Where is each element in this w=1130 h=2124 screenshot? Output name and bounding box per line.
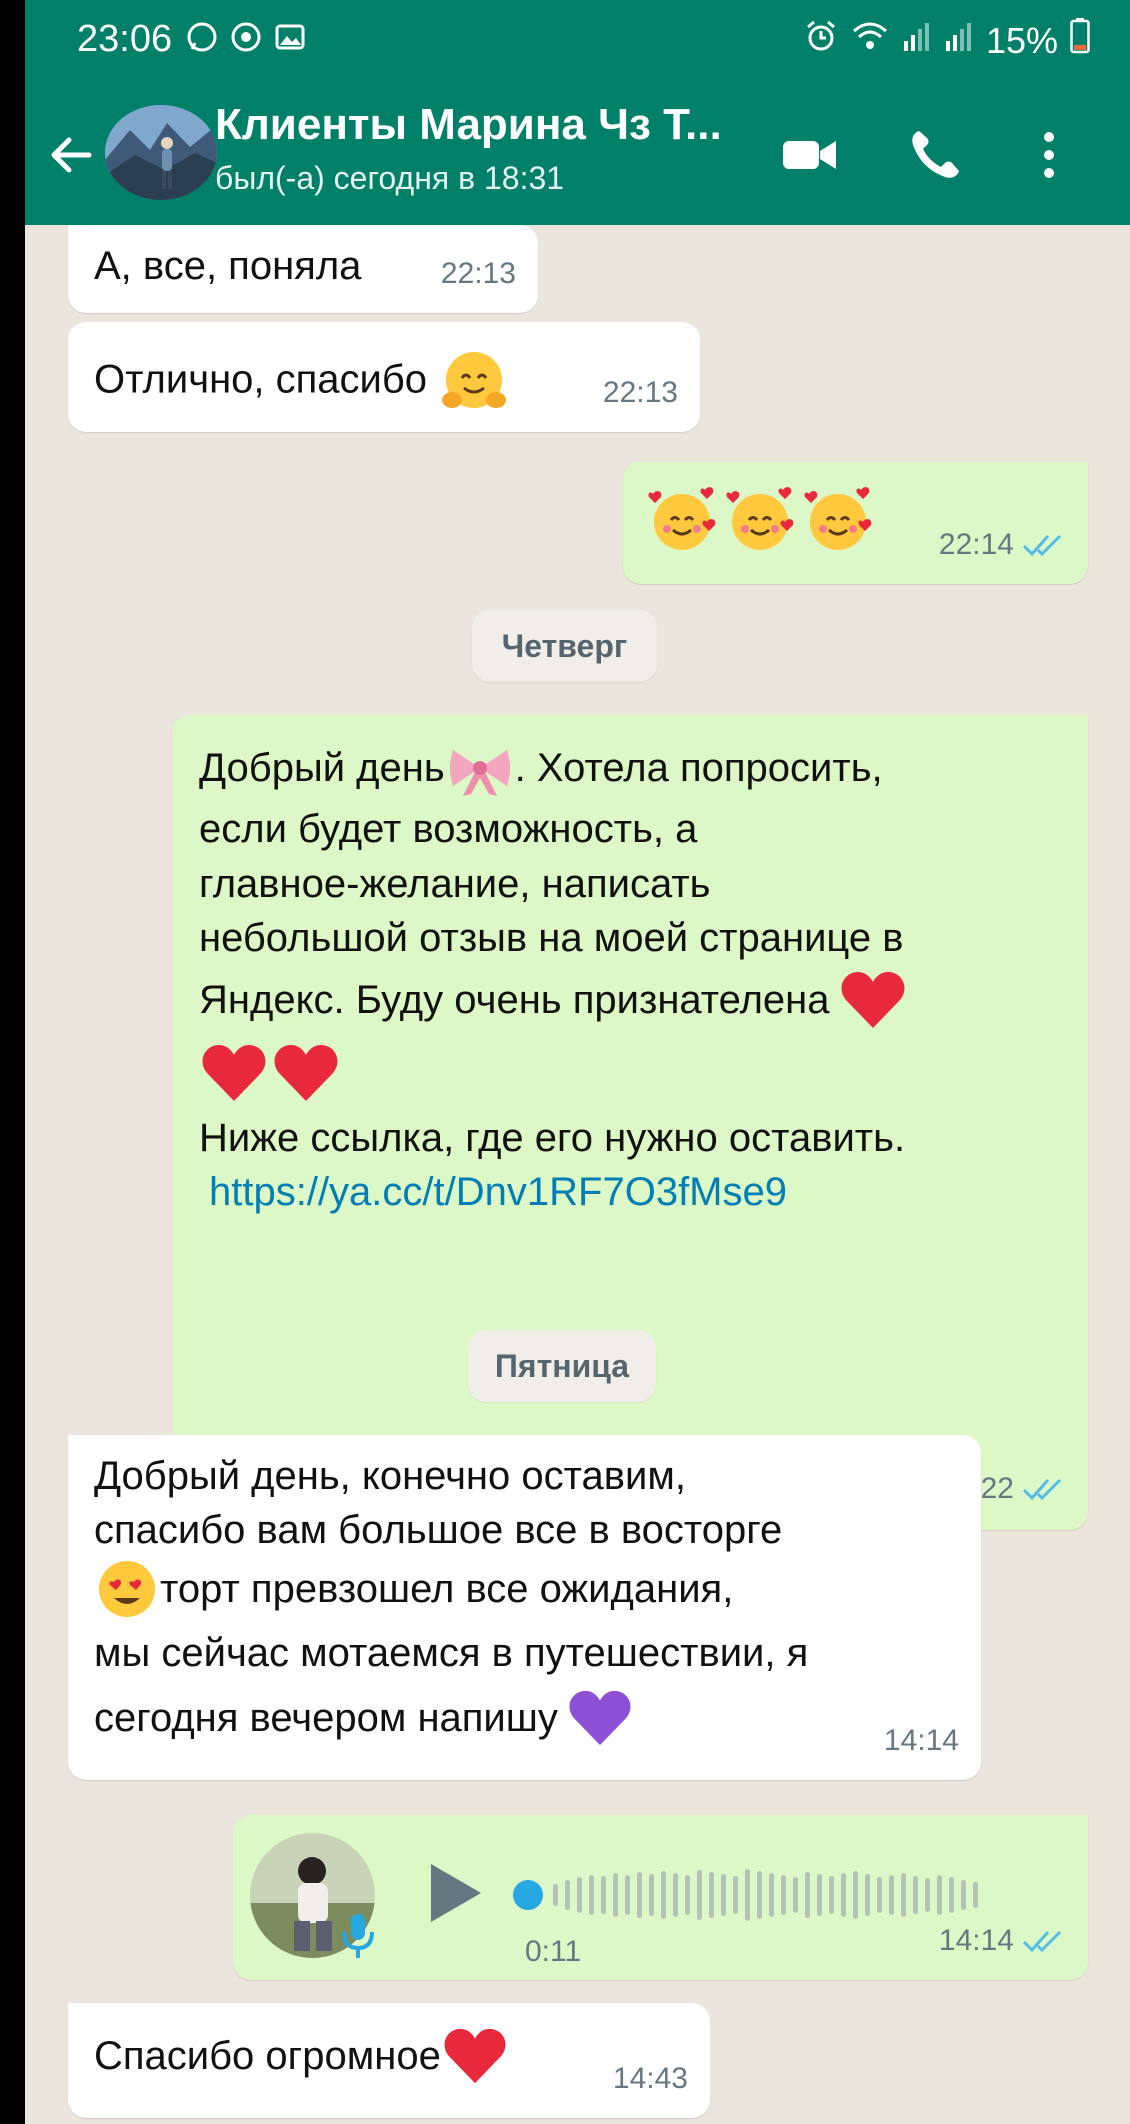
- message-text: главное-желание, написать: [199, 862, 711, 906]
- battery-percent: 15%: [985, 19, 1058, 61]
- purple-heart-emoji: [569, 1690, 631, 1746]
- message-text: Добрый день: [199, 746, 445, 790]
- heart-eyes-emoji: [99, 1561, 155, 1617]
- status-time: 23:06: [77, 18, 173, 60]
- read-receipt-icon: [1022, 1478, 1062, 1501]
- gallery-notification-icon: [273, 20, 307, 54]
- message-text: . Хотела попросить,: [514, 746, 883, 790]
- message-text: спасибо вам большое все в восторге: [94, 1508, 783, 1552]
- message-text: Добрый день, конечно оставим,: [94, 1454, 686, 1498]
- voice-duration: 0:11: [525, 1935, 582, 1968]
- read-receipt-icon: [1022, 534, 1062, 557]
- waveform[interactable]: [553, 1865, 978, 1925]
- video-call-icon[interactable]: [780, 125, 840, 185]
- message-link[interactable]: https://ya.cc/t/Dnv1RF7O3fMse9: [199, 1165, 1079, 1219]
- message-time: 14:43: [612, 2062, 688, 2095]
- smiling-hearts-emojis: [645, 482, 875, 556]
- message-incoming[interactable]: Добрый день, конечно оставим, спасибо ва…: [68, 1435, 981, 1780]
- message-incoming[interactable]: Спасибо огромное 14:43: [68, 2003, 710, 2118]
- message-time: 22:14: [939, 518, 1066, 572]
- last-seen: был(-а) сегодня в 18:31: [215, 160, 565, 196]
- message-text: Спасибо огромное: [94, 2034, 441, 2078]
- red-heart-emoji: [274, 1045, 338, 1101]
- alarm-icon: [804, 19, 838, 62]
- message-outgoing[interactable]: 22:14: [623, 462, 1088, 584]
- chat-header: Клиенты Марина Чз Т... был(-а) сегодня в…: [25, 80, 1130, 225]
- voice-message[interactable]: 0:11 14:14: [233, 1815, 1088, 1980]
- red-heart-emoji: [202, 1045, 266, 1101]
- status-bar: 23:06 15%: [25, 0, 1130, 80]
- message-time: 22:13: [602, 376, 678, 409]
- message-text: если будет возможность, а: [199, 807, 698, 851]
- signal-icon-1: [902, 19, 932, 62]
- voice-call-icon[interactable]: [905, 125, 965, 185]
- message-incoming[interactable]: А, все, поняла 22:13: [68, 225, 538, 313]
- message-text: А, все, поняла: [94, 244, 362, 288]
- wifi-icon: [850, 19, 890, 62]
- back-arrow-icon[interactable]: [45, 130, 95, 180]
- sync-notification-icon: [229, 20, 263, 54]
- message-text: сегодня вечером напишу: [94, 1696, 558, 1740]
- whatsapp-notification-icon: [185, 20, 219, 54]
- message-text: торт превзошел все ожидания,: [160, 1567, 734, 1611]
- message-time: 14:14: [883, 1724, 959, 1757]
- battery-icon: [1070, 18, 1090, 63]
- contact-name[interactable]: Клиенты Марина Чз Т...: [215, 100, 722, 150]
- smiling-face-with-hearts-emoji: [804, 487, 872, 550]
- message-text: небольшой отзыв на моей странице в: [199, 916, 904, 960]
- message-text: мы сейчас мотаемся в путешествии, я: [94, 1631, 809, 1675]
- message-incoming[interactable]: Отлично, спасибо 22:13: [68, 322, 700, 432]
- message-text: Отлично, спасибо: [94, 357, 428, 402]
- red-heart-emoji: [841, 972, 904, 1028]
- message-time: 14:14: [939, 1914, 1066, 1968]
- playback-position-dot[interactable]: [513, 1880, 543, 1910]
- message-outgoing[interactable]: Добрый день . Хотела попросить, если буд…: [172, 715, 1088, 1530]
- smiling-face-with-hearts-emoji: [648, 487, 716, 550]
- message-text: Яндекс. Буду очень признателена: [199, 978, 830, 1022]
- play-icon[interactable]: [425, 1860, 485, 1940]
- date-separator: Четверг: [472, 610, 657, 682]
- hugging-face-emoji: [438, 346, 510, 418]
- message-time: 22:13: [440, 257, 516, 290]
- chat-screen: 23:06 15% Клиенты Марина Чз Т... был(-а)…: [25, 0, 1130, 2124]
- microphone-icon: [338, 1910, 378, 1976]
- ribbon-emoji: [449, 750, 510, 796]
- message-text: Ниже ссылка, где его нужно оставить.: [199, 1116, 906, 1160]
- date-separator: Пятница: [468, 1330, 656, 1402]
- message-list[interactable]: А, все, поняла 22:13 Отлично, спасибо 22…: [25, 225, 1130, 2124]
- more-options-icon[interactable]: [1025, 125, 1085, 185]
- smiling-face-with-hearts-emoji: [726, 487, 794, 550]
- signal-icon-2: [944, 19, 974, 62]
- red-heart-emoji: [444, 2028, 506, 2084]
- read-receipt-icon: [1022, 1930, 1062, 1953]
- contact-avatar[interactable]: [105, 105, 217, 200]
